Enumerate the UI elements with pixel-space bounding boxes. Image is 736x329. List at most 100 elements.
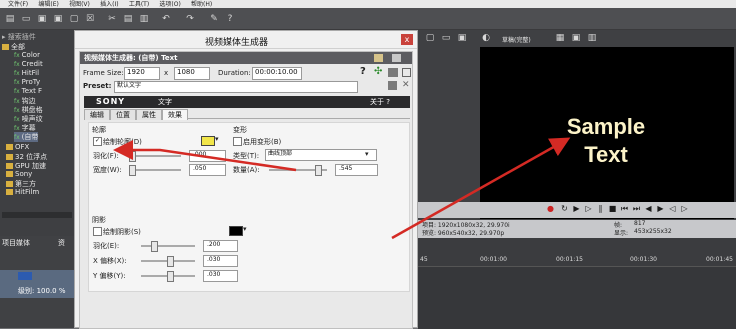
width-slider-thumb[interactable] [129,165,136,176]
y-offset-input[interactable]: .030 [203,270,238,282]
new-file-icon[interactable]: ▤ [4,13,16,25]
tree-label: ProTy [21,78,41,86]
paste-icon[interactable]: ▥ [138,13,150,25]
enable-deform-checkbox[interactable] [233,137,242,146]
quality-select[interactable]: 草稿(完整) [502,35,531,44]
tab-effects[interactable]: 效果 [162,109,188,120]
tab-position[interactable]: 位置 [110,109,136,120]
fx-icon[interactable]: ▣ [456,32,468,44]
tree-item[interactable]: Sony [6,170,32,178]
track-area[interactable] [418,266,736,329]
tab-edit[interactable]: 编辑 [84,109,110,120]
preset-select[interactable]: 默认文字 [114,81,358,93]
shadow-feather-input[interactable]: .200 [203,240,238,252]
horizontal-scrollbar[interactable] [2,212,72,218]
folder-icon [6,181,13,187]
save-as-icon[interactable]: ▣ [52,13,64,25]
copy-snapshot-icon[interactable]: ▣ [570,32,582,44]
render-icon[interactable]: ▢ [68,13,80,25]
cut-icon[interactable]: ✂ [106,13,118,25]
tree-label: Credit [21,60,43,68]
chevron-down-icon[interactable]: ▾ [365,150,369,158]
tab-strip: 编辑 位置 属性 效果 [84,109,410,120]
help-icon[interactable]: ? [360,66,366,77]
tree-label: 字幕 [21,124,36,132]
save-preset-icon[interactable] [388,81,397,90]
shadow-feather-thumb[interactable] [151,241,158,252]
x-offset-input[interactable]: .030 [203,255,238,267]
tree-search[interactable]: ▸ 搜索插件 [2,32,36,42]
feather-slider-thumb[interactable] [129,151,136,162]
frame-width-input[interactable]: 1920 [124,67,160,80]
tree-item[interactable]: fx Color [14,51,40,59]
y-offset-thumb[interactable] [167,271,174,282]
frame-height-input[interactable]: 1080 [174,67,210,80]
preset-row: Preset: 默认文字 ✕ [80,80,412,93]
about-link[interactable]: 关于 ? [370,97,390,107]
add-icon[interactable]: ✣ [374,66,382,77]
width-slider[interactable] [129,169,181,171]
plugin-tree: ▸ 搜索插件 全部 fx Color fx Credit fx HitFil fx Pr… [0,30,74,236]
tab-properties[interactable]: 属性 [136,109,162,120]
split-screen-icon[interactable]: ◐ [480,32,492,44]
chevron-down-icon[interactable]: ▾ [215,135,219,143]
time-ruler[interactable]: 45 00:01:00 00:01:15 00:01:30 00:01:45 [418,256,736,264]
tree-item[interactable]: fx Credit [14,60,43,68]
chevron-down-icon[interactable]: ▾ [243,225,247,233]
draw-outline-checkbox[interactable]: ✓ [93,137,102,146]
go-to-start-icon[interactable]: ⏮ [620,204,629,213]
save-preset-icon[interactable] [388,68,398,77]
slow-icon[interactable]: ◁ [668,204,677,213]
prev-frame-icon[interactable]: ◀ [644,204,653,213]
fast-icon[interactable]: ▷ [680,204,689,213]
x-offset-thumb[interactable] [167,256,174,267]
shadow-color-swatch[interactable] [229,226,243,236]
tool-icon[interactable]: ✎ [208,13,220,25]
overlays-icon[interactable]: ▦ [554,32,566,44]
properties-icon[interactable]: ☒ [84,13,96,25]
next-frame-icon[interactable]: ▶ [656,204,665,213]
tree-item-selected[interactable]: fx (自带 [14,132,39,142]
monitor-icon[interactable]: ▭ [440,32,452,44]
feather-input[interactable]: .000 [189,150,226,162]
deform-type-select[interactable]: 曲线顶部 [265,149,377,161]
width-input[interactable]: .050 [189,164,226,176]
tree-item[interactable]: fx HitFil [14,69,39,77]
loop-icon[interactable]: ↻ [560,204,569,213]
tree-item[interactable]: fx Text F [14,87,42,95]
open-folder-icon[interactable]: ▭ [20,13,32,25]
shadow-feather-slider[interactable] [141,245,195,247]
duration-input[interactable]: 00:00:10.00 [252,67,302,80]
record-icon[interactable]: ● [546,204,555,213]
pause-icon[interactable]: ∥ [596,204,605,213]
ruler-tick: 00:01:45 [706,256,733,263]
redo-icon[interactable]: ↷ [184,13,196,25]
play-from-start-icon[interactable]: ▶ [572,204,581,213]
tab-resources[interactable]: 资 [58,238,65,248]
settings-icon[interactable] [392,54,401,62]
stop-icon[interactable]: ■ [608,204,617,213]
play-icon[interactable]: ▷ [584,204,593,213]
undo-icon[interactable]: ↶ [160,13,172,25]
save-snapshot-icon[interactable]: ▥ [586,32,598,44]
draw-shadow-checkbox[interactable] [93,227,102,236]
copy-icon[interactable]: ▤ [122,13,134,25]
tab-project-media[interactable]: 项目媒体 [2,238,30,248]
amount-input[interactable]: .545 [335,164,378,176]
tree-label: 全部 [11,43,25,51]
ruler-tick: 45 [420,256,428,263]
delete-icon[interactable]: ✕ [402,80,410,90]
copy-icon[interactable] [402,68,411,77]
close-button[interactable]: x [401,34,413,45]
tree-item[interactable]: OFX [6,143,29,151]
properties-icon[interactable]: ▢ [424,32,436,44]
go-to-end-icon[interactable]: ⏭ [632,204,641,213]
help-icon[interactable]: ? [224,13,236,25]
pin-icon[interactable] [374,54,383,62]
amount-slider-thumb[interactable] [315,165,322,176]
save-icon[interactable]: ▣ [36,13,48,25]
feather-slider[interactable] [129,155,181,157]
tree-item[interactable]: fx ProTy [14,78,40,86]
outline-color-swatch[interactable] [201,136,215,146]
tree-item[interactable]: HitFilm [6,188,39,196]
